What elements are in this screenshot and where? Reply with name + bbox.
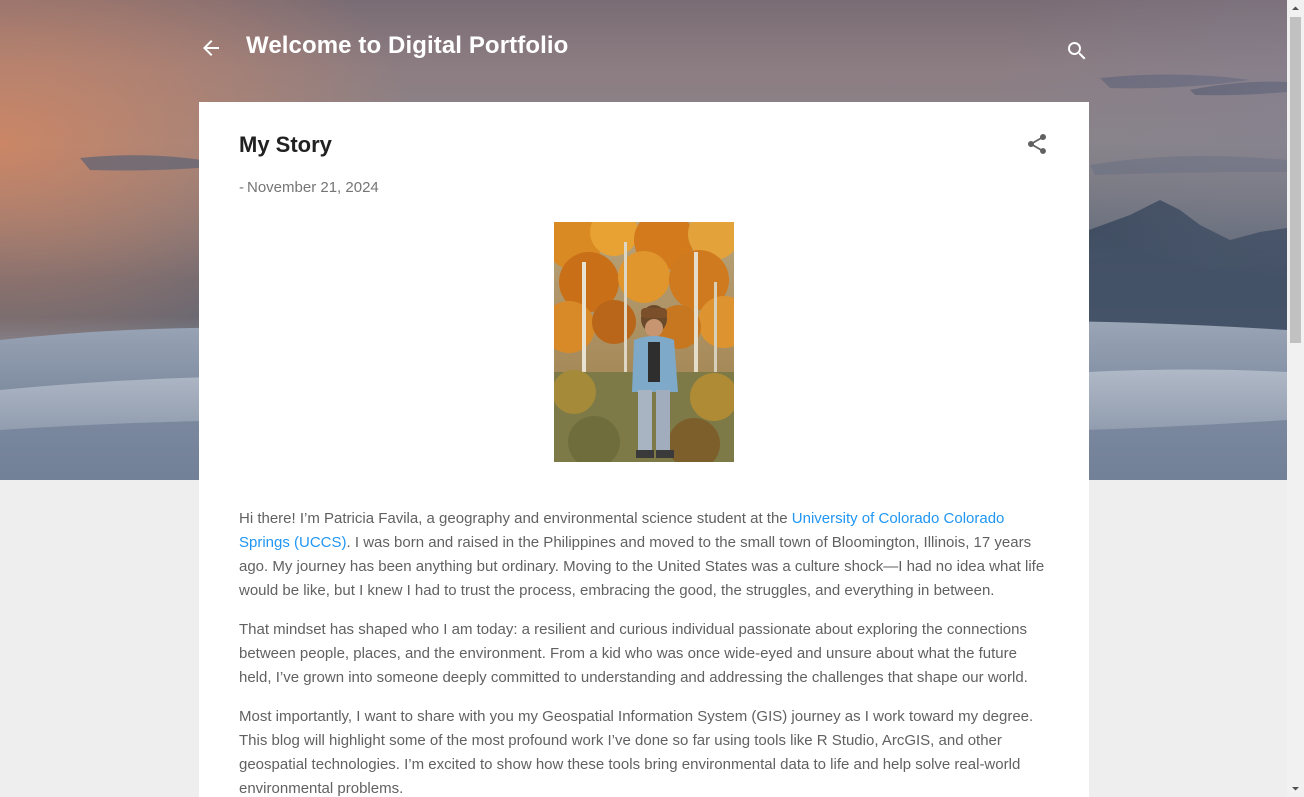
post-photo[interactable]: [554, 222, 734, 462]
post-body: Hi there! I’m Patricia Favila, a geograp…: [239, 507, 1051, 797]
scrollbar-thumb[interactable]: [1290, 17, 1301, 343]
post-paragraph-mindset: That mindset has shaped who I am today: …: [239, 621, 1028, 686]
site-title[interactable]: Welcome to Digital Portfolio: [246, 32, 568, 60]
post-paragraph-intro: Hi there! I’m Patricia Favila, a geograp…: [239, 507, 1051, 603]
scroll-down-arrow-icon[interactable]: [1287, 780, 1304, 797]
arrow-left-icon[interactable]: [199, 36, 223, 60]
post-date-link[interactable]: November 21, 2024: [247, 179, 379, 196]
page-scrollbar[interactable]: [1287, 0, 1304, 797]
date-prefix: -: [239, 179, 244, 196]
share-icon[interactable]: [1025, 132, 1049, 156]
paragraph-text: Hi there! I’m Patricia Favila, a geograp…: [239, 510, 792, 527]
post-card: My Story - November 21, 2024 Hi there! I…: [199, 102, 1089, 797]
post-paragraph-gis: Most importantly, I want to share with y…: [239, 708, 1034, 797]
post-date: - November 21, 2024: [239, 179, 379, 196]
search-icon[interactable]: [1065, 39, 1089, 63]
paragraph-text: . I was born and raised in the Philippin…: [239, 534, 1045, 599]
post-title: My Story: [239, 132, 332, 157]
top-bar: Welcome to Digital Portfolio: [199, 22, 1089, 76]
scroll-up-arrow-icon[interactable]: [1287, 0, 1304, 17]
